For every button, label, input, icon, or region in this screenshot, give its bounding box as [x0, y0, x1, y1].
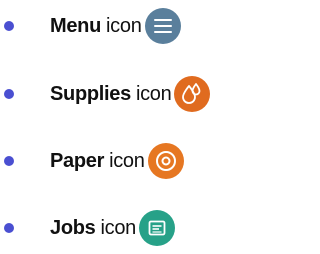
menu-icon [144, 8, 181, 44]
item-name: Paper [50, 149, 105, 172]
paper-icon [147, 143, 184, 179]
item-suffix: icon [109, 149, 145, 172]
list-item-text: Supplies icon [50, 76, 211, 112]
item-name: Menu [50, 14, 102, 37]
item-suffix: icon [106, 14, 142, 37]
bullet [4, 156, 14, 166]
item-suffix: icon [100, 216, 136, 239]
item-name: Jobs [50, 216, 96, 239]
list-item-text: Jobs icon [50, 210, 175, 246]
bullet [4, 21, 14, 31]
item-suffix: icon [135, 82, 172, 105]
list-item-text: Menu icon [50, 8, 181, 44]
list-item-text: Paper icon [50, 143, 184, 179]
item-name: Supplies [50, 82, 131, 105]
bullet [4, 223, 14, 233]
bullet [4, 89, 14, 99]
supplies-icon [174, 76, 211, 112]
jobs-icon [138, 210, 175, 246]
